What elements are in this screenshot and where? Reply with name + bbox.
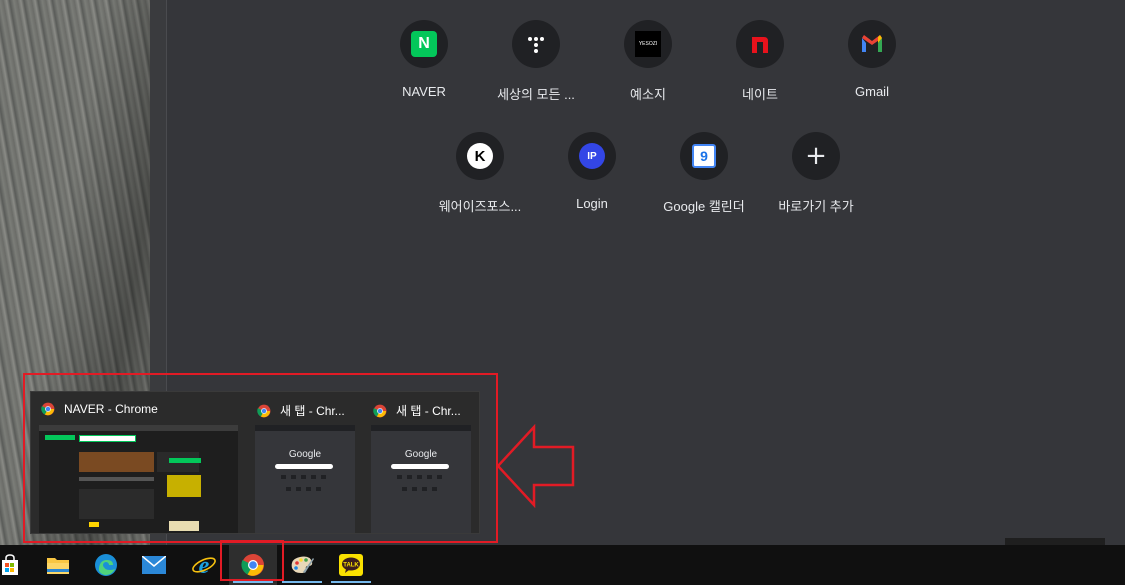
naver-icon: N	[411, 31, 437, 57]
folder-icon	[47, 558, 69, 574]
shortcut-label: 세상의 모든 ...	[497, 87, 575, 102]
k-icon: K	[467, 143, 493, 169]
shortcut-icon-bg	[736, 20, 784, 68]
shortcut-tstory[interactable]: 세상의 모든 ...	[481, 20, 591, 103]
kakaotalk-icon: TALK	[339, 554, 363, 576]
highlight-box-preview	[23, 373, 498, 543]
plus-icon: +	[805, 141, 827, 171]
shortcut-google-calendar[interactable]: 9 Google 캘린더	[649, 132, 759, 215]
running-indicator	[282, 581, 322, 583]
shortcut-login[interactable]: IP Login	[537, 132, 647, 211]
shortcut-label: 네이트	[742, 87, 778, 102]
shortcut-label: Google 캘린더	[663, 199, 745, 214]
taskbar-edge[interactable]	[82, 545, 130, 585]
internet-explorer-icon: e	[192, 553, 216, 577]
shortcut-icon-bg	[848, 20, 896, 68]
svg-text:e: e	[199, 553, 210, 577]
taskbar-store[interactable]	[0, 545, 34, 585]
shortcut-label: Gmail	[855, 84, 889, 99]
nate-icon	[752, 37, 768, 53]
shortcut-naver[interactable]: N NAVER	[369, 20, 479, 99]
taskbar-paint[interactable]	[278, 545, 326, 585]
shortcut-icon-bg	[512, 20, 560, 68]
google-calendar-icon: 9	[692, 144, 716, 168]
taskbar-mail[interactable]	[130, 545, 178, 585]
taskbar-kakaotalk[interactable]: TALK	[327, 545, 375, 585]
active-indicator	[233, 581, 273, 583]
shortcut-whereisforce[interactable]: K 웨어이즈포스...	[425, 132, 535, 215]
svg-text:TALK: TALK	[343, 563, 359, 569]
shortcut-nate[interactable]: 네이트	[705, 20, 815, 103]
store-icon	[2, 554, 18, 575]
annotation-arrow-icon	[496, 424, 575, 508]
shortcut-label: 웨어이즈포스...	[438, 199, 522, 214]
shortcut-label: 바로가기 추가	[778, 199, 854, 214]
shortcut-icon-bg: +	[792, 132, 840, 180]
shortcut-icon-bg: K	[456, 132, 504, 180]
shortcut-add[interactable]: + 바로가기 추가	[761, 132, 871, 215]
tstory-icon	[528, 37, 544, 53]
shortcut-label: Login	[576, 196, 608, 211]
yesozi-icon: YESOZI	[635, 31, 661, 57]
windows-taskbar: e TALK	[0, 545, 1125, 585]
shortcut-label: NAVER	[402, 84, 446, 99]
ip-icon: IP	[579, 143, 605, 169]
mail-icon	[142, 556, 166, 574]
shortcut-icon-bg: YESOZI	[624, 20, 672, 68]
taskbar-edge-strip	[1005, 538, 1105, 545]
gmail-icon	[862, 35, 882, 52]
highlight-box-chrome	[220, 540, 284, 581]
edge-icon	[95, 554, 117, 576]
shortcut-icon-bg: N	[400, 20, 448, 68]
shortcut-icon-bg: 9	[680, 132, 728, 180]
shortcut-yesozi[interactable]: YESOZI 예소지	[593, 20, 703, 103]
shortcut-gmail[interactable]: Gmail	[817, 20, 927, 99]
paint-palette-icon	[291, 556, 314, 573]
running-indicator	[331, 581, 371, 583]
shortcut-icon-bg: IP	[568, 132, 616, 180]
taskbar-file-explorer[interactable]	[34, 545, 82, 585]
shortcut-label: 예소지	[630, 87, 666, 102]
